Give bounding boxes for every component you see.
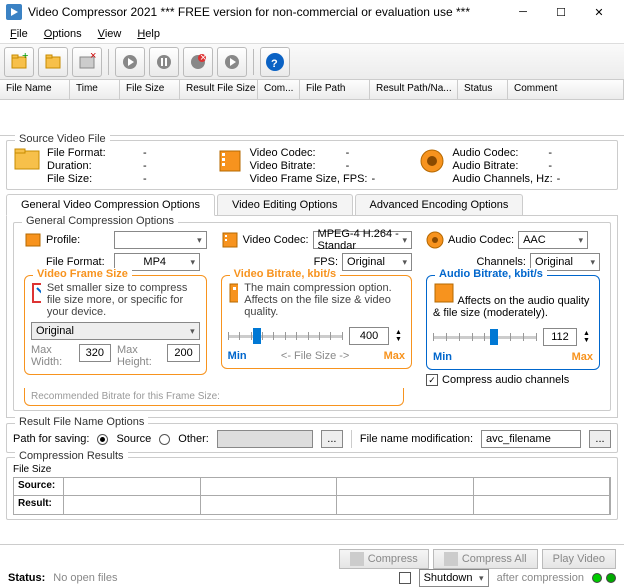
svg-text:?: ?	[271, 58, 278, 70]
shutdown-check[interactable]	[399, 572, 411, 584]
video-bitrate-input[interactable]: 400	[349, 327, 389, 345]
preview-button[interactable]	[217, 47, 247, 77]
status-leds	[592, 573, 616, 583]
minimize-button[interactable]: ─	[504, 1, 542, 23]
remove-file-button[interactable]: ×	[72, 47, 102, 77]
result-file-section: Result File Name Options Path for saving…	[6, 423, 618, 453]
play-button[interactable]	[115, 47, 145, 77]
video-codec-icon	[221, 231, 239, 249]
compression-results-section: Compression Results File Size Source: Re…	[6, 457, 618, 520]
audio-codec-select[interactable]: AAC▾	[518, 231, 588, 249]
filename-mod-more-button[interactable]: ...	[589, 430, 611, 448]
tab-advanced[interactable]: Advanced Encoding Options	[355, 194, 524, 216]
menu-help[interactable]: Help	[131, 26, 166, 42]
menu-file[interactable]: File	[4, 26, 34, 42]
path-other-radio[interactable]	[159, 434, 170, 445]
play-video-button[interactable]: Play Video	[542, 549, 616, 569]
video-bitrate-box: Video Bitrate, kbit/s The main compressi…	[221, 275, 412, 369]
file-icon	[13, 147, 41, 175]
fps-select[interactable]: Original▾	[342, 253, 412, 271]
svg-text:×: ×	[200, 53, 206, 64]
profile-select[interactable]: ▾	[114, 231, 207, 249]
status-value: No open files	[53, 572, 117, 584]
filename-mod-select[interactable]: avc_filename	[481, 430, 581, 448]
menu-options[interactable]: Options	[38, 26, 88, 42]
max-width-input[interactable]: 320	[79, 344, 111, 362]
frame-size-preset-select[interactable]: Original▾	[31, 322, 200, 340]
svg-text:+: +	[22, 53, 28, 62]
audio-bitrate-icon	[433, 282, 455, 304]
audio-bitrate-box: Audio Bitrate, kbit/s Affects on the aud…	[426, 275, 600, 370]
shutdown-select[interactable]: Shutdown▾	[419, 569, 489, 587]
close-button[interactable]: ✕	[580, 1, 618, 23]
svg-text:×: ×	[90, 53, 96, 62]
resize-icon	[31, 282, 41, 304]
source-video-section: Source Video File File Format:- Duration…	[6, 140, 618, 190]
audio-bitrate-slider[interactable]	[433, 327, 537, 347]
video-icon	[216, 147, 244, 175]
compress-all-button[interactable]: Compress All	[433, 549, 538, 569]
audio-codec-icon	[426, 231, 444, 249]
file-list-header: File Name Time File Size Result File Siz…	[0, 80, 624, 100]
app-icon	[6, 4, 22, 20]
browse-button[interactable]: ...	[321, 430, 343, 448]
pause-button[interactable]	[149, 47, 179, 77]
tabpage-general: General Compression Options Profile: ▾ F…	[6, 215, 618, 418]
bitrate-icon	[228, 282, 239, 304]
stop-button[interactable]: ×	[183, 47, 213, 77]
add-file-button[interactable]: +	[4, 47, 34, 77]
window-title: Video Compressor 2021 *** FREE version f…	[28, 5, 504, 19]
tab-general[interactable]: General Video Compression Options	[6, 194, 215, 216]
tab-editing[interactable]: Video Editing Options	[217, 194, 353, 216]
audio-bitrate-input[interactable]: 112	[543, 328, 577, 346]
max-height-input[interactable]: 200	[167, 344, 199, 362]
audio-icon	[418, 147, 446, 175]
status-label: Status:	[8, 572, 45, 584]
compress-audio-check[interactable]: ✓Compress audio channels	[426, 374, 600, 386]
path-source-radio[interactable]	[97, 434, 108, 445]
menu-view[interactable]: View	[92, 26, 128, 42]
other-path-input[interactable]	[217, 430, 313, 448]
maximize-button[interactable]: ☐	[542, 1, 580, 23]
help-button[interactable]: ?	[260, 47, 290, 77]
compress-button[interactable]: Compress	[339, 549, 429, 569]
video-codec-select[interactable]: MPEG-4 H.264 - Standar▾	[313, 231, 413, 249]
recommended-bitrate: Recommended Bitrate for this Frame Size:	[24, 388, 404, 406]
profile-icon	[24, 231, 42, 249]
frame-size-box: Video Frame Size Set smaller size to com…	[24, 275, 207, 375]
file-list[interactable]	[0, 100, 624, 136]
video-bitrate-slider[interactable]	[228, 326, 343, 346]
open-folder-button[interactable]	[38, 47, 68, 77]
